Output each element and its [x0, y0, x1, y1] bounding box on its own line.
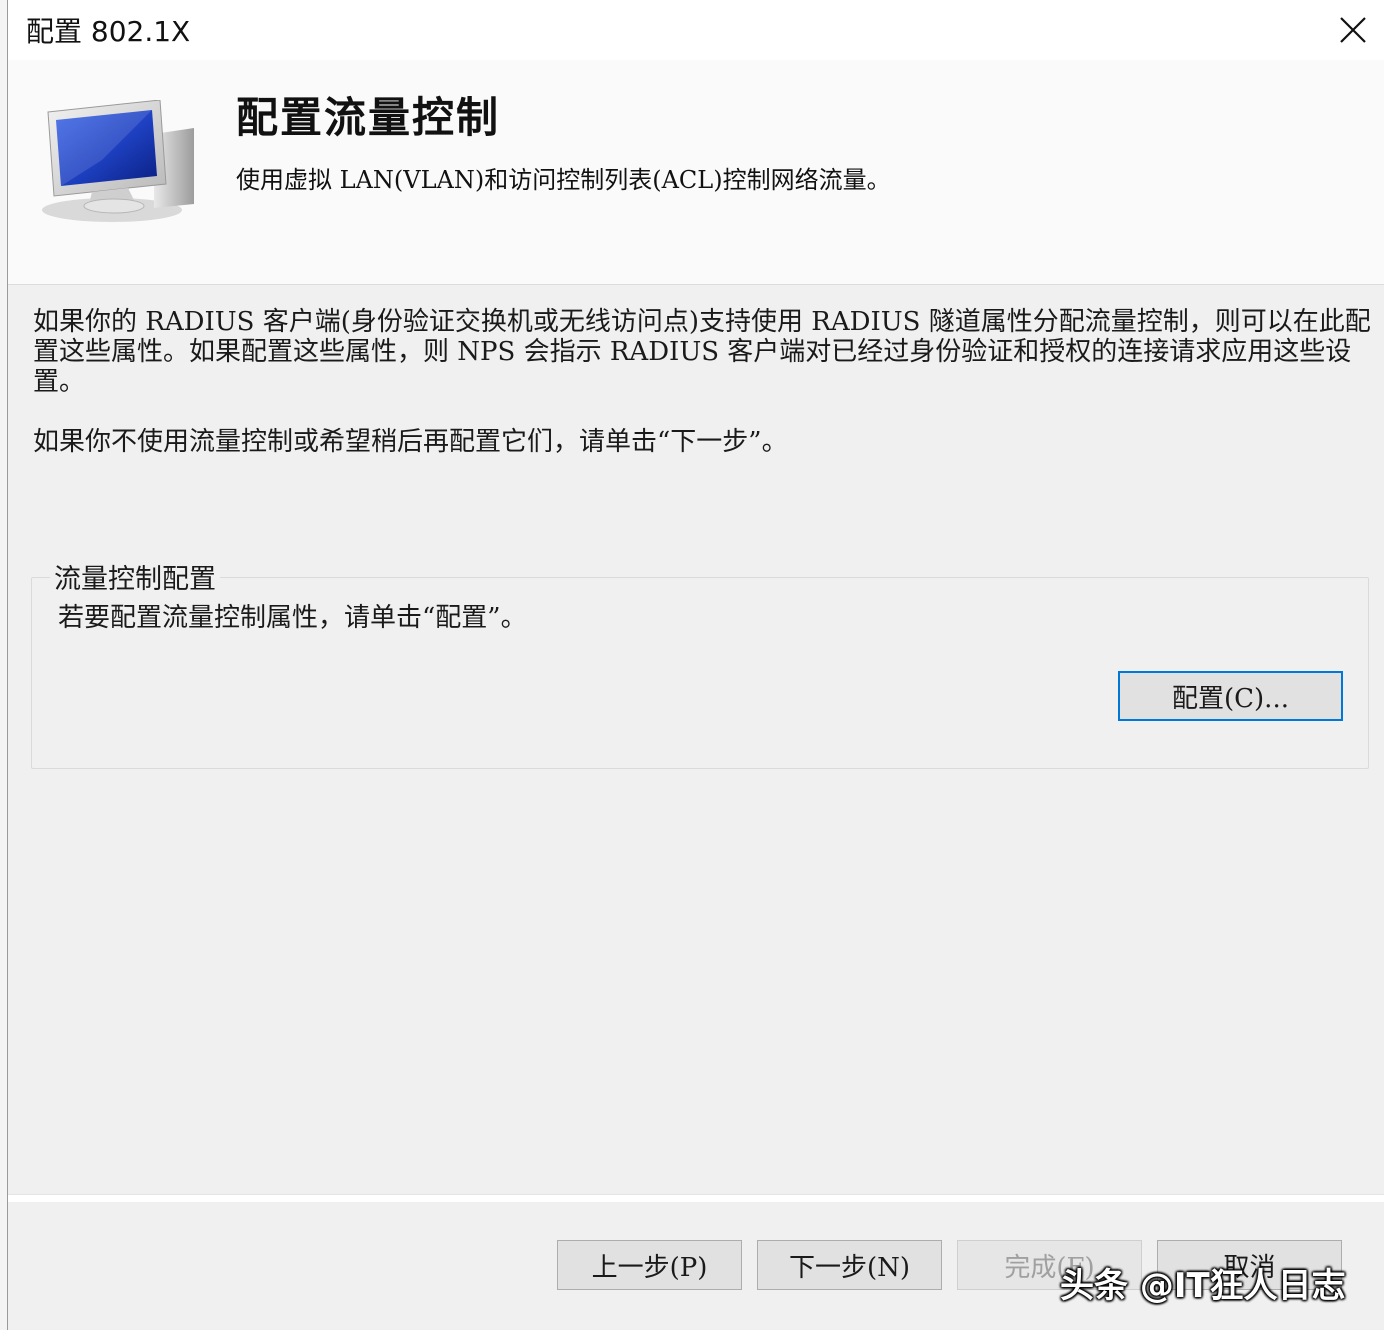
description-paragraph: 如果你的 RADIUS 客户端(身份验证交换机或无线访问点)支持使用 RADIU… [33, 307, 1371, 397]
next-button[interactable]: 下一步(N) [757, 1240, 942, 1290]
page-title: 配置流量控制 [236, 93, 501, 142]
groupbox-description: 若要配置流量控制属性，请单击“配置”。 [58, 603, 527, 633]
wizard-body: 如果你的 RADIUS 客户端(身份验证交换机或无线访问点)支持使用 RADIU… [8, 284, 1384, 1195]
window-title: 配置 802.1X [26, 15, 191, 48]
previous-button[interactable]: 上一步(P) [557, 1240, 742, 1290]
watermark-text: 头条 @IT狂人日志 [1060, 1266, 1346, 1306]
monitor-icon [32, 99, 202, 229]
background-window-edge [0, 0, 8, 1330]
close-icon[interactable] [1322, 0, 1384, 60]
skip-hint-paragraph: 如果你不使用流量控制或希望稍后再配置它们，请单击“下一步”。 [33, 427, 788, 457]
title-bar: 配置 802.1X [8, 0, 1384, 60]
groupbox-legend: 流量控制配置 [50, 557, 220, 596]
wizard-header: 配置流量控制 使用虚拟 LAN(VLAN)和访问控制列表(ACL)控制网络流量。 [8, 60, 1384, 284]
configure-button[interactable]: 配置(C)... [1118, 671, 1343, 721]
page-subtitle: 使用虚拟 LAN(VLAN)和访问控制列表(ACL)控制网络流量。 [236, 166, 891, 194]
configure-8021x-dialog: 配置 802.1X 配置流量控制 使用虚拟 LAN(VLAN)和访问控制列表(A… [8, 0, 1384, 1330]
